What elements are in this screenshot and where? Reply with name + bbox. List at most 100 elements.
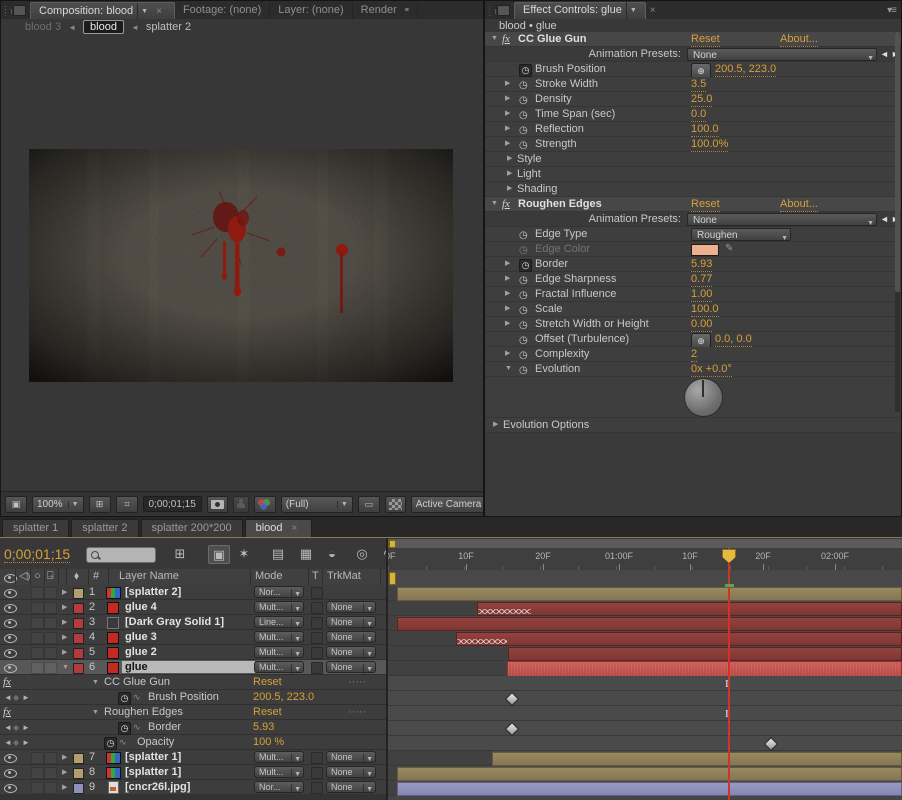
layer-row-glue-2[interactable]: ▶5glue 2Mult...▼None▼ [0,645,387,660]
search-input[interactable] [101,548,155,562]
mode-select[interactable]: Nor...▼ [254,586,304,598]
composition-viewer[interactable] [1,35,483,492]
layer-name[interactable]: [splatter 2] [125,585,181,600]
stopwatch-icon[interactable]: ◷ [519,108,528,122]
effect-name[interactable]: Roughen Edges [104,705,183,720]
panel-grip[interactable] [4,5,11,16]
stopwatch-icon[interactable]: ◷ [519,228,528,242]
expand-closed-icon[interactable]: ▶ [62,585,67,600]
about-link[interactable]: About... [780,197,818,212]
layer-name[interactable]: glue 3 [125,630,157,645]
property-value[interactable]: 100 % [253,735,284,751]
audio-toggle-cell[interactable] [31,602,44,614]
layer-duration-bar[interactable] [397,587,902,601]
expand-open-icon[interactable]: ▼ [505,362,512,376]
magnification-dropdown[interactable]: 100%▼ [32,496,84,513]
effect-property-style[interactable]: ▶Style [485,152,901,167]
layer-name[interactable]: [Dark Gray Solid 1] [125,615,224,630]
expand-closed-icon[interactable]: ▶ [505,347,510,361]
panel-menu-icon[interactable]: ▾≡ [882,5,901,16]
layer-name[interactable]: [cncr26l.jpg] [125,780,190,795]
expand-closed-icon[interactable]: ▶ [62,750,67,765]
trkmat-select[interactable]: None▼ [326,601,376,613]
property-value[interactable]: 0x +0.0° [691,362,732,377]
stopwatch-icon[interactable]: ◷ [519,318,528,332]
visibility-eye-icon[interactable] [4,630,17,645]
hide-shy-layers-icon[interactable]: ✶ [234,545,254,562]
effect-property-edge-color[interactable]: ◷Edge Color✎ [485,242,901,257]
t-switch-cell[interactable] [311,617,323,629]
property-value[interactable]: 100.0 [691,302,719,317]
trkmat-select[interactable]: None▼ [326,766,376,778]
track-lane[interactable] [388,781,902,796]
visibility-eye-icon[interactable] [4,615,17,630]
property-value[interactable]: 25.0 [691,92,712,107]
effect-property-edge-type[interactable]: ◷Edge TypeRoughen▼ [485,227,901,242]
track-lane[interactable] [388,616,902,631]
expand-closed-icon[interactable]: ▶ [507,182,512,196]
property-row-border[interactable]: ◄◆►◷∿Border5.93 [0,720,387,735]
animation-presets-dropdown[interactable]: None▼ [687,213,877,226]
track-lane[interactable]: I [388,676,902,691]
track-lane[interactable] [388,631,902,646]
track-lane[interactable] [388,601,902,616]
effect-property-shading[interactable]: ▶Shading [485,182,901,197]
prev-keyframe-icon[interactable]: ◄ [4,735,12,750]
label-color-swatch[interactable] [73,618,84,629]
expand-closed-icon[interactable]: ▶ [505,122,510,136]
t-switch-cell[interactable] [311,767,323,779]
stopwatch-icon[interactable]: ◷ [519,63,532,77]
property-value[interactable]: 3.5 [691,77,706,92]
layer-duration-bar[interactable] [477,602,902,616]
effect-row-roughen-edges[interactable]: fx▼Roughen EdgesReset····· [0,705,387,720]
frame-blending-icon[interactable]: ▤ [268,545,288,562]
breadcrumb-item-blood-3[interactable]: blood 3 [25,21,61,33]
resolution-dropdown[interactable]: (Full)▼ [281,496,353,513]
lock-toggle-cell[interactable] [44,647,57,659]
stopwatch-icon[interactable]: ◷ [519,348,528,362]
t-switch-cell[interactable] [311,752,323,764]
layer-name-column-header[interactable]: Layer Name [119,569,179,584]
expand-closed-icon[interactable]: ▶ [505,317,510,331]
property-value[interactable]: 0.0 [691,107,706,122]
tab-render[interactable]: Render≡ [353,2,418,19]
mode-select[interactable]: Mult...▼ [254,751,304,763]
brainstorm-icon[interactable]: ◎ [352,545,372,562]
expand-closed-icon[interactable]: ▶ [507,152,512,166]
label-color-swatch[interactable] [73,633,84,644]
layer-name[interactable]: [splatter 1] [125,765,181,780]
transparency-grid-icon[interactable] [385,496,406,513]
expand-open-icon[interactable]: ▼ [92,705,99,720]
label-color-swatch[interactable] [73,753,84,764]
effect-property-complexity[interactable]: ▶◷Complexity2 [485,347,901,362]
effect-property-offset-turbulence[interactable]: ◷Offset (Turbulence)⊕0.0, 0.0 [485,332,901,347]
motion-blur-icon[interactable]: ▦ [296,545,316,562]
stopwatch-icon[interactable]: ◷ [519,243,528,257]
property-value[interactable]: 0.00 [691,317,712,332]
track-lane[interactable] [388,766,902,781]
mode-select[interactable]: Mult...▼ [254,601,304,613]
trkmat-select[interactable]: None▼ [326,616,376,628]
keyframe-diamond[interactable] [764,737,778,751]
layer-row-splatter-1[interactable]: ▶8[splatter 1]Mult...▼None▼ [0,765,387,780]
expand-closed-icon[interactable]: ▶ [505,107,510,121]
layer-name[interactable]: glue 4 [125,600,157,615]
t-switch-cell[interactable] [311,647,323,659]
property-value[interactable]: 2 [691,347,697,362]
property-value[interactable]: 100.0% [691,137,728,152]
stopwatch-icon[interactable]: ◷ [519,288,528,302]
layer-row-glue-3[interactable]: ▶4glue 3Mult...▼None▼ [0,630,387,645]
auto-keyframe-icon[interactable]: ◒ [322,545,342,562]
viewer-timecode[interactable]: 0;00;01;15 [143,496,202,512]
audio-toggle-cell[interactable] [31,752,44,764]
chevron-down-icon[interactable]: ▼ [626,2,637,19]
options-dots[interactable]: ····· [348,705,366,721]
layer-duration-bar[interactable] [507,661,902,677]
stopwatch-icon[interactable]: ◷ [519,273,528,287]
keyframe-diamond[interactable] [505,722,519,736]
options-dots[interactable]: ····· [348,675,366,691]
effect-property-stroke-width[interactable]: ▶◷Stroke Width3.5 [485,77,901,92]
layer-row-cncr26l-jpg[interactable]: ▶9[cncr26l.jpg]Nor...▼None▼ [0,780,387,795]
property-value[interactable]: 0.0, 0.0 [715,332,752,347]
effect-group-evolution-options[interactable]: ▶Evolution Options [485,418,901,433]
